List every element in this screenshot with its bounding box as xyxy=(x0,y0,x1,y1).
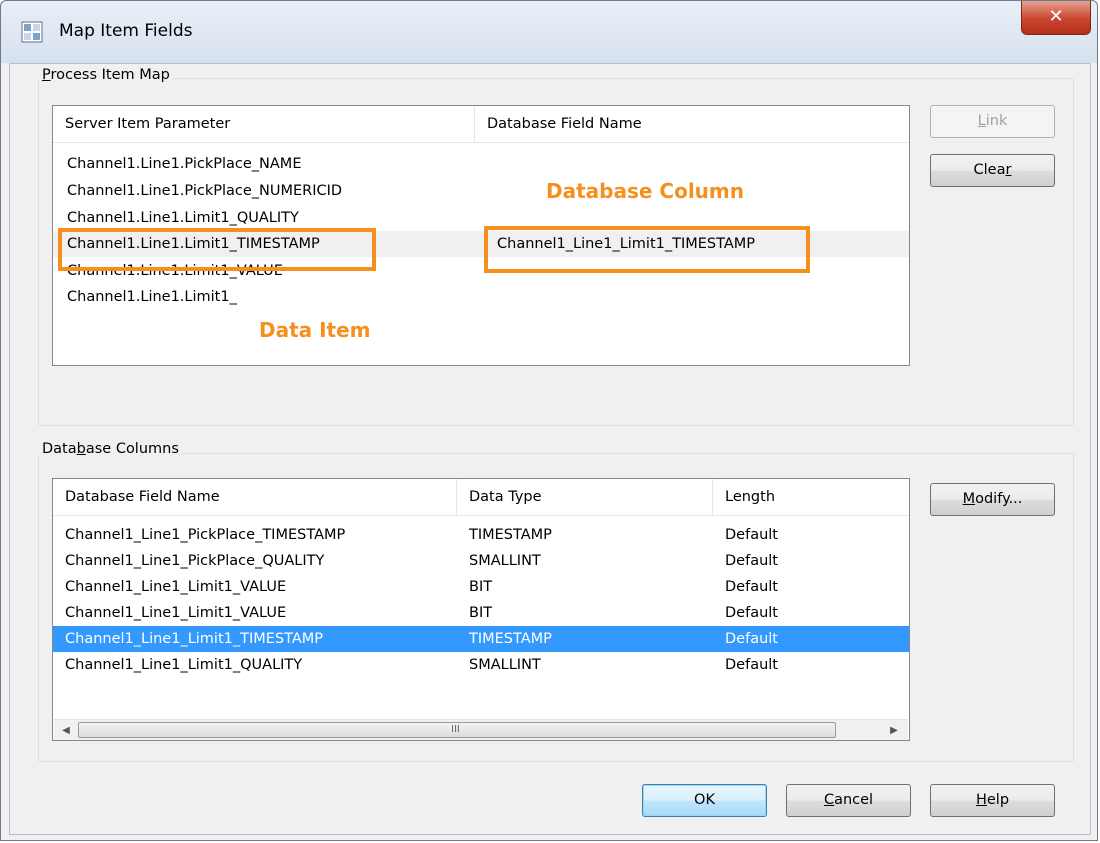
map-row[interactable]: Channel1.Line1.PickPlace_NUMERICID xyxy=(53,178,909,204)
window-title: Map Item Fields xyxy=(59,21,193,41)
db-field-name: Channel1_Line1_Limit1_QUALITY xyxy=(65,657,303,673)
column-header-data-type[interactable]: Data Type xyxy=(457,479,713,515)
title-bar[interactable]: Map Item Fields ✕ xyxy=(1,1,1097,63)
db-data-type: SMALLINT xyxy=(469,657,541,673)
scrollbar-thumb[interactable]: III xyxy=(78,722,836,738)
database-columns-legend: Database Columns xyxy=(39,441,182,457)
link-button[interactable]: Link xyxy=(930,105,1055,138)
close-button[interactable]: ✕ xyxy=(1021,1,1091,35)
database-column-highlight xyxy=(484,226,810,273)
map-item-fields-dialog: Map Item Fields ✕ Process Item Map Serve… xyxy=(0,0,1098,841)
db-data-type: SMALLINT xyxy=(469,553,541,569)
db-length: Default xyxy=(725,657,778,673)
database-columns-list[interactable]: Database Field Name Data Type Length Cha… xyxy=(52,478,910,741)
server-item-parameter: Channel1.Line1.Limit1_ xyxy=(67,289,237,305)
map-grid-icon xyxy=(21,21,43,43)
db-length: Default xyxy=(725,527,778,543)
db-column-row[interactable]: Channel1_Line1_Limit1_VALUE BIT Default xyxy=(53,574,909,600)
db-list-header: Database Field Name Data Type Length xyxy=(53,479,909,516)
db-data-type: TIMESTAMP xyxy=(469,527,552,543)
db-field-name: Channel1_Line1_PickPlace_QUALITY xyxy=(65,553,325,569)
db-column-row-selected[interactable]: Channel1_Line1_Limit1_TIMESTAMP TIMESTAM… xyxy=(53,626,909,652)
scroll-left-arrow-icon[interactable]: ◀ xyxy=(56,720,76,740)
server-item-parameter: Channel1.Line1.PickPlace_NAME xyxy=(67,156,302,172)
column-header-server-item-parameter[interactable]: Server Item Parameter xyxy=(53,106,475,142)
database-column-annotation: Database Column xyxy=(546,179,744,203)
data-item-annotation: Data Item xyxy=(259,318,371,342)
horizontal-scrollbar[interactable]: ◀ III ▶ xyxy=(54,719,908,740)
db-field-name: Channel1_Line1_Limit1_VALUE xyxy=(65,605,287,621)
server-item-parameter: Channel1.Line1.PickPlace_NUMERICID xyxy=(67,183,343,199)
scrollbar-grip-icon: III xyxy=(451,724,460,735)
column-header-database-field-name[interactable]: Database Field Name xyxy=(475,106,909,142)
db-data-type: BIT xyxy=(469,579,493,595)
dialog-body: Process Item Map Server Item Parameter D… xyxy=(9,63,1091,835)
map-row[interactable]: Channel1.Line1.PickPlace_NAME xyxy=(53,151,909,177)
db-column-row[interactable]: Channel1_Line1_Limit1_QUALITY SMALLINT D… xyxy=(53,652,909,678)
db-length: Default xyxy=(725,605,778,621)
map-row[interactable]: Channel1.Line1.Limit1_ xyxy=(53,284,909,310)
ok-button[interactable]: OK xyxy=(642,784,767,817)
db-column-row[interactable]: Channel1_Line1_PickPlace_TIMESTAMP TIMES… xyxy=(53,522,909,548)
db-length: Default xyxy=(725,579,778,595)
db-column-row[interactable]: Channel1_Line1_Limit1_VALUE BIT Default xyxy=(53,600,909,626)
db-data-type: BIT xyxy=(469,605,493,621)
column-header-database-field-name[interactable]: Database Field Name xyxy=(53,479,457,515)
clear-button[interactable]: Clear xyxy=(930,154,1055,187)
close-icon: ✕ xyxy=(1048,6,1064,27)
db-field-name: Channel1_Line1_PickPlace_TIMESTAMP xyxy=(65,527,346,543)
process-item-map-legend: Process Item Map xyxy=(39,67,173,83)
column-header-length[interactable]: Length xyxy=(713,479,909,515)
help-button[interactable]: Help xyxy=(930,784,1055,817)
process-list-header: Server Item Parameter Database Field Nam… xyxy=(53,106,909,143)
db-column-row[interactable]: Channel1_Line1_PickPlace_QUALITY SMALLIN… xyxy=(53,548,909,574)
db-length: Default xyxy=(725,553,778,569)
modify-button[interactable]: Modify... xyxy=(930,483,1055,516)
db-data-type: TIMESTAMP xyxy=(469,631,552,647)
data-item-highlight xyxy=(58,228,376,271)
db-field-name: Channel1_Line1_Limit1_TIMESTAMP xyxy=(65,631,324,647)
cancel-button[interactable]: Cancel xyxy=(786,784,911,817)
scroll-right-arrow-icon[interactable]: ▶ xyxy=(884,720,904,740)
db-field-name: Channel1_Line1_Limit1_VALUE xyxy=(65,579,287,595)
db-length: Default xyxy=(725,631,778,647)
